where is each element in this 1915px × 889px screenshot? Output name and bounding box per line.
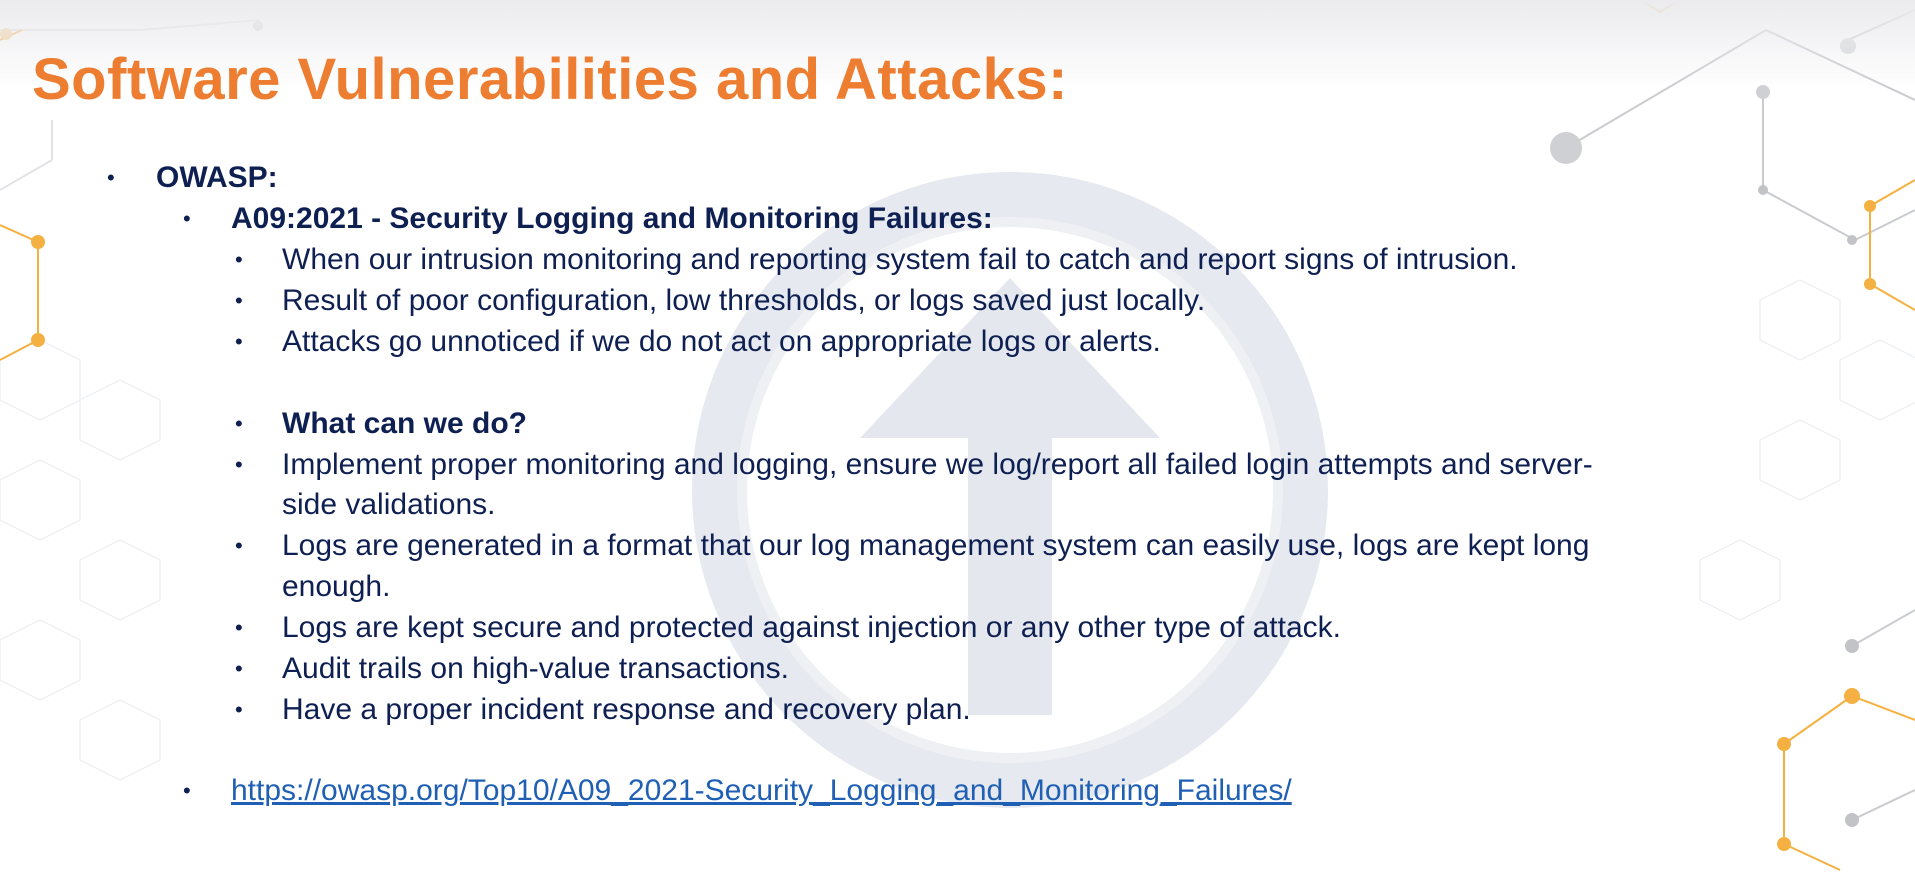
bullet-dot: • (183, 778, 191, 803)
hexagon-pattern-right (1699, 279, 1915, 621)
bullet-dot: • (235, 533, 243, 558)
list-item-text: Logs are kept secure and protected again… (282, 611, 1341, 644)
list-item-text: Logs are generated in a format that our … (282, 529, 1590, 562)
bullet-dot: • (107, 165, 115, 190)
bullet-dot: • (235, 615, 243, 640)
list-item-text: Have a proper incident response and reco… (282, 693, 971, 726)
bullet-dot: • (183, 206, 191, 231)
network-lines-bottom-right (1851, 609, 1915, 821)
bullet-dot: • (235, 697, 243, 722)
bullet-dot: • (235, 656, 243, 681)
bullet-dot: • (235, 452, 243, 477)
bullet-dot: • (235, 247, 243, 272)
hexagon-pattern-left (0, 339, 161, 781)
level1-heading: OWASP: (156, 161, 278, 194)
bullet-dot: • (235, 329, 243, 354)
list-item-text: When our intrusion monitoring and report… (282, 243, 1518, 276)
list-item-text: Audit trails on high-value transactions. (282, 652, 789, 685)
orange-network-right (1639, 0, 1915, 871)
owasp-reference-link[interactable]: https://owasp.org/Top10/A09_2021-Securit… (231, 770, 1292, 811)
level2-heading: A09:2021 - Security Logging and Monitori… (231, 202, 993, 235)
list-item-text: enough. (282, 570, 391, 603)
bullet-dot: • (235, 288, 243, 313)
list-item-text: Result of poor configuration, low thresh… (282, 284, 1206, 317)
list-item-text: Attacks go unnoticed if we do not act on… (282, 325, 1161, 358)
slide-title: Software Vulnerabilities and Attacks: (32, 47, 1068, 112)
subheading-text: What can we do? (282, 407, 528, 440)
list-item-text: side validations. (282, 488, 496, 521)
bullet-dot: • (235, 411, 243, 436)
list-item-text: Implement proper monitoring and logging,… (282, 448, 1593, 481)
